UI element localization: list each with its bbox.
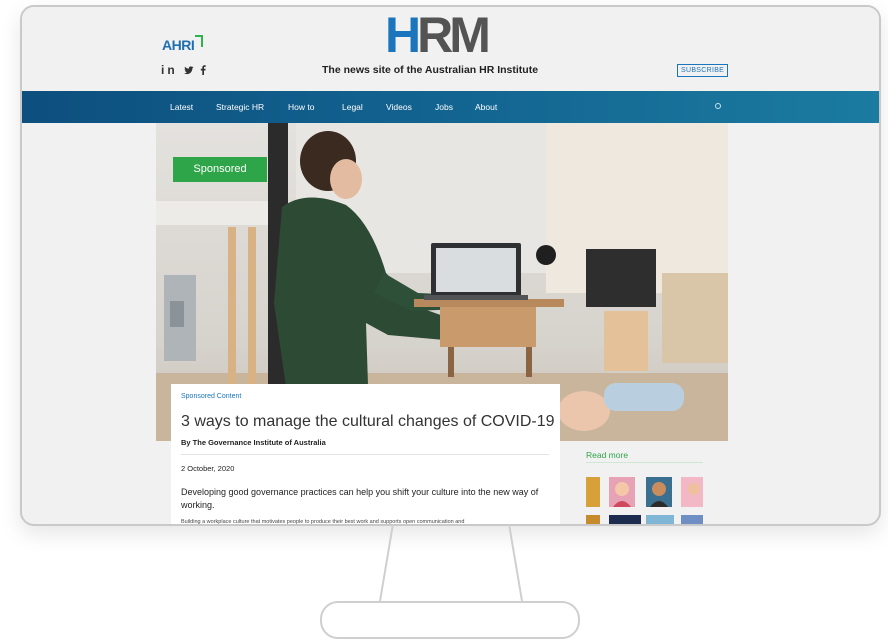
read-more-divider [586,462,703,463]
linkedin-icon[interactable]: in [161,63,178,77]
nav-item-strategic-hr[interactable]: Strategic HR [216,102,264,112]
monitor-stand-neck [379,524,523,602]
search-icon[interactable] [715,103,721,109]
subscribe-button[interactable]: SUBSCRIBE [677,64,729,77]
hrm-logo[interactable]: HRM [385,10,491,60]
article-date: 2 October, 2020 [181,464,235,473]
nav-item-videos[interactable]: Videos [386,102,412,112]
hrm-logo-rm: RM [417,7,491,63]
read-more-thumbnail[interactable] [646,515,674,524]
article-lead: Developing good governance practices can… [181,487,539,510]
main-navigation: Latest Strategic HR How to Legal Videos … [22,91,879,123]
sponsored-badge: Sponsored [173,157,267,182]
site-tagline: The news site of the Australian HR Insti… [322,64,539,76]
nav-item-legal[interactable]: Legal [342,102,363,112]
read-more-thumbnail[interactable] [646,477,672,507]
hrm-logo-h: H [385,7,421,63]
sponsored-content-label[interactable]: Sponsored Content [181,393,241,400]
site-header: AHRI in HRM The news site of the Austral… [22,7,879,91]
read-more-thumbnail[interactable] [586,477,600,507]
ahri-logo[interactable]: AHRI [162,35,204,53]
read-more-thumbnail[interactable] [609,515,641,524]
monitor-frame: AHRI in HRM The news site of the Austral… [20,5,881,526]
read-more-thumbnail[interactable] [681,515,703,524]
nav-item-jobs[interactable]: Jobs [435,102,453,112]
nav-item-how-to[interactable]: How to [288,102,314,112]
ahri-logo-text: AHRI [162,37,195,53]
read-more-thumbnail[interactable] [609,477,635,507]
article-card: Sponsored Content 3 ways to manage the c… [171,384,560,524]
divider [181,454,549,455]
nav-item-latest[interactable]: Latest [170,102,193,112]
monitor-stand-base [320,601,580,639]
facebook-icon[interactable] [200,63,207,77]
read-more-thumbnail[interactable] [586,515,600,524]
nav-item-about[interactable]: About [475,102,497,112]
social-links: in [161,63,207,77]
twitter-icon[interactable] [178,63,201,77]
article-byline: By The Governance Institute of Australia [181,438,326,447]
ahri-logo-mark [195,35,204,47]
read-more-heading: Read more [586,450,629,460]
article-title[interactable]: 3 ways to manage the cultural changes of… [181,413,555,431]
read-more-thumbnail[interactable] [681,477,703,507]
